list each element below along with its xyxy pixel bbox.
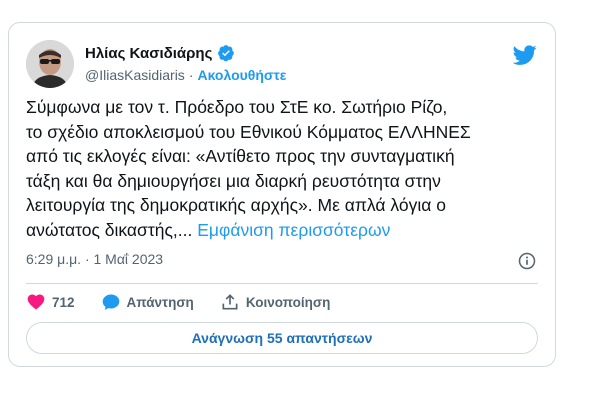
avatar[interactable]: [26, 40, 74, 88]
avatar-image: [26, 40, 74, 88]
handle-separator: ·: [188, 67, 194, 83]
reply-label: Απάντηση: [126, 294, 194, 310]
like-button[interactable]: 712: [26, 292, 75, 312]
verified-badge-icon: [218, 45, 235, 62]
info-icon[interactable]: [517, 251, 537, 271]
author-name[interactable]: Ηλίας Κασιδιάρης: [85, 45, 212, 62]
reply-bubble-icon: [102, 294, 119, 310]
twitter-bird-icon[interactable]: [513, 43, 537, 67]
tweet-text: Σύμφωνα με τον τ. Πρόεδρο του ΣτΕ κο. Σω…: [26, 95, 546, 242]
author-name-row[interactable]: Ηλίας Κασιδιάρης: [85, 44, 235, 62]
read-replies-button[interactable]: Ανάγνωση 55 απαντήσεων: [26, 322, 538, 354]
tweet-card[interactable]: Ηλίας Κασιδιάρης @IliasKasidiaris · Ακολ…: [8, 22, 556, 367]
heart-icon: [27, 294, 45, 310]
like-count: 712: [52, 294, 75, 310]
action-bar: 712 Απάντηση Κοινοποίηση: [26, 289, 356, 315]
tweet-body: Σύμφωνα με τον τ. Πρόεδρο του ΣτΕ κο. Σω…: [26, 97, 471, 240]
tweet-timestamp[interactable]: 6:29 μ.μ. · 1 Μαΐ 2023: [26, 251, 163, 267]
share-button[interactable]: Κοινοποίηση: [220, 292, 331, 312]
show-more-link[interactable]: Εμφάνιση περισσότερων: [197, 220, 390, 240]
follow-link[interactable]: Ακολουθήστε: [197, 67, 286, 83]
author-handle[interactable]: @IliasKasidiaris: [85, 67, 185, 83]
share-label: Κοινοποίηση: [245, 294, 331, 310]
divider: [26, 283, 538, 284]
share-icon: [222, 294, 238, 310]
reply-button[interactable]: Απάντηση: [101, 292, 194, 312]
author-handle-row: @IliasKasidiaris · Ακολουθήστε: [85, 67, 286, 83]
